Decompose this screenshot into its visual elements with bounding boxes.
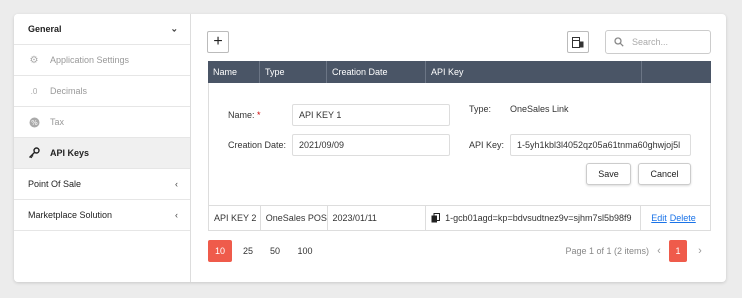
edit-link[interactable]: Edit [651,213,667,223]
cell-name: API KEY 2 [209,206,261,230]
search-box[interactable] [605,30,711,54]
page-size-50[interactable]: 50 [267,240,283,262]
add-button[interactable]: + [207,31,229,53]
sidebar-group-label: General [28,24,62,34]
creation-date-label: Creation Date: [228,140,287,150]
sidebar-item-label: Decimals [50,86,88,96]
key-icon [28,147,40,159]
search-icon [614,37,624,47]
page-size-25[interactable]: 25 [240,240,256,262]
decimals-icon: .0 [30,86,38,96]
cell-creation-date: 2023/01/11 [328,206,427,230]
page-info: Page 1 of 1 (2 items) [565,246,649,256]
sidebar-group-point-of-sale[interactable]: Point Of Sale ‹ [14,169,190,200]
name-field[interactable]: API KEY 1 [292,104,450,126]
sidebar-group-marketplace[interactable]: Marketplace Solution ‹ [14,200,190,231]
copy-icon[interactable] [431,213,441,223]
delete-link[interactable]: Delete [670,213,696,223]
page-size-10[interactable]: 10 [208,240,232,262]
sidebar: General ⌄ ⚙ Application Settings .0 Deci… [14,14,191,282]
required-mark: * [257,110,261,120]
sidebar-group-general[interactable]: General ⌄ [14,14,190,45]
page-1-button[interactable]: 1 [669,240,687,262]
save-button[interactable]: Save [586,163,631,185]
sidebar-item-api-keys[interactable]: API Keys [14,138,190,169]
api-keys-grid: Name Type Creation Date API Key Name: * … [208,61,711,231]
sidebar-item-tax[interactable]: % Tax [14,107,190,138]
sidebar-group-label: Point Of Sale [28,179,82,189]
chevron-left-icon: ‹ [175,179,178,189]
settings-card: General ⌄ ⚙ Application Settings .0 Deci… [14,14,726,282]
chevron-down-icon: ⌄ [170,23,178,34]
page-size-100[interactable]: 100 [294,240,316,262]
name-label: Name: * [228,110,261,120]
cell-api-key: 1-gcb01agd=kp=bdvsudtnez9v=sjhm7sl5b98f9 [426,206,642,230]
column-header-type[interactable]: Type [260,61,327,83]
next-page-icon[interactable]: › [693,240,707,262]
type-value: OneSales Link [510,104,569,114]
table-row[interactable]: API KEY 2 OneSales POS 2023/01/11 1-gcb0… [208,206,711,231]
chevron-left-icon: ‹ [175,210,178,220]
main-content: + Name Type Creation Date API Key Name: … [191,14,726,282]
percent-icon: % [28,116,40,128]
type-label: Type: [469,104,492,114]
gear-icon: ⚙ [29,54,39,66]
column-chooser-button[interactable] [567,31,589,53]
api-key-label: API Key: [469,140,505,150]
column-header-actions [642,61,711,83]
sidebar-item-label: Tax [50,117,65,127]
cell-type: OneSales POS [261,206,328,230]
column-header-name[interactable]: Name [208,61,260,83]
api-key-text: 1-gcb01agd=kp=bdvsudtnez9v=sjhm7sl5b98f9 [445,213,632,223]
creation-date-field[interactable]: 2021/09/09 [292,134,450,156]
column-header-creation-date[interactable]: Creation Date [327,61,426,83]
sidebar-item-label: API Keys [50,148,90,158]
grid-header: Name Type Creation Date API Key [208,61,711,83]
sidebar-item-decimals[interactable]: .0 Decimals [14,76,190,107]
cancel-button[interactable]: Cancel [638,163,691,185]
sidebar-group-label: Marketplace Solution [28,210,113,220]
search-input[interactable] [630,36,704,48]
sidebar-item-label: Application Settings [50,55,130,65]
column-chooser-icon [572,36,584,48]
cell-actions: Edit Delete [641,206,710,230]
api-key-field[interactable]: 1-5yh1kbl3l4052qz05a61tnma60ghwjoj5l [510,134,691,156]
edit-form: Name: * API KEY 1 Type: OneSales Link Cr… [208,83,711,206]
svg-text:%: % [31,119,38,127]
column-header-api-key[interactable]: API Key [426,61,642,83]
pager: 10 25 50 100 Page 1 of 1 (2 items) ‹ 1 › [208,240,711,262]
prev-page-icon[interactable]: ‹ [652,240,666,262]
sidebar-item-application-settings[interactable]: ⚙ Application Settings [14,45,190,76]
